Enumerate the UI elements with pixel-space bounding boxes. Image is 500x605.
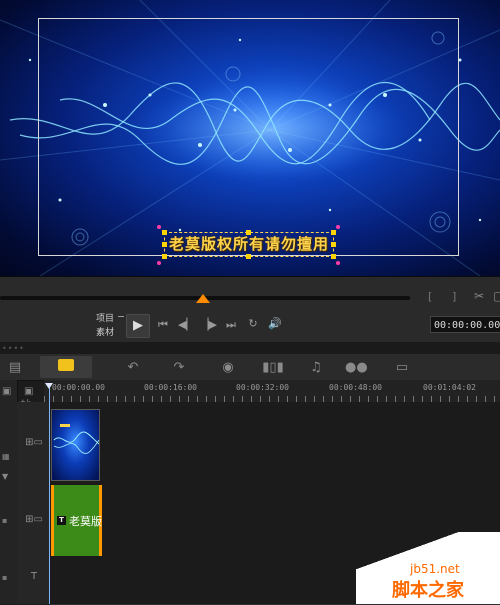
storyboard-icon[interactable]: ▤	[6, 359, 24, 377]
watermark-site: jb51.net	[410, 562, 460, 576]
repeat-icon[interactable]: ↻	[246, 317, 260, 330]
volume-icon[interactable]: 🔊	[268, 317, 282, 330]
rotate-handle[interactable]	[336, 261, 340, 265]
resize-handle[interactable]	[246, 230, 251, 235]
ruler-label: 00:01:04:02	[423, 383, 476, 392]
track-manager-column	[0, 380, 18, 604]
video-clip[interactable]	[51, 409, 100, 481]
mark-in-icon[interactable]: [	[428, 290, 432, 303]
chevron-down-icon[interactable]: ▼	[2, 472, 8, 481]
resize-handle[interactable]	[331, 242, 336, 247]
next-frame-icon[interactable]: ▕▶	[200, 318, 217, 331]
clip-mode-label[interactable]: 素材	[96, 325, 114, 338]
title-track-icon[interactable]: T	[22, 571, 46, 582]
copy-icon[interactable]: ▢	[493, 289, 500, 303]
redo-icon[interactable]: ↷	[170, 359, 188, 377]
mark-out-icon[interactable]: ]	[452, 290, 456, 303]
ruler-label: 00:00:32:00	[236, 383, 289, 392]
scrub-thumb[interactable]	[196, 294, 210, 303]
playhead[interactable]	[49, 388, 50, 604]
rotate-handle[interactable]	[157, 261, 161, 265]
rotate-handle[interactable]	[336, 225, 340, 229]
preview-window[interactable]: 老莫版权所有请勿擅用	[0, 0, 500, 276]
track-manager-icon[interactable]: ▣	[2, 386, 11, 397]
resize-handle[interactable]	[331, 230, 336, 235]
auto-music-icon[interactable]: ♫	[306, 359, 326, 377]
sound-mixer-icon[interactable]: ▮▯▮	[262, 359, 284, 377]
video-clip-thumbnail	[53, 424, 99, 454]
timecode-display[interactable]: 00:00:00.00	[430, 316, 500, 333]
mode-indicator	[118, 316, 124, 317]
panel-divider[interactable]: ••••	[0, 342, 500, 354]
grip-icon: ••••	[2, 344, 25, 353]
video-track-icon[interactable]: ⊞▭	[22, 437, 46, 448]
motion-track-icon[interactable]: ●●	[345, 359, 368, 377]
timeline-view-button[interactable]	[40, 356, 92, 378]
resize-handle[interactable]	[246, 254, 251, 259]
video-track[interactable]	[50, 402, 500, 483]
project-mode-label[interactable]: 项目	[96, 311, 114, 324]
ruler-label: 00:00:00.00	[52, 383, 105, 392]
playhead-marker[interactable]	[45, 383, 53, 389]
resize-handle[interactable]	[331, 254, 336, 259]
overlay-track-icon[interactable]: ⊞▭	[22, 514, 46, 525]
undo-icon[interactable]: ↶	[124, 359, 142, 377]
ruler-label: 00:00:16:00	[144, 383, 197, 392]
resize-handle[interactable]	[162, 254, 167, 259]
timeline-icon	[58, 359, 74, 371]
title-clip-label: 老莫版	[69, 515, 102, 528]
play-button[interactable]: ▶	[126, 314, 150, 338]
home-icon[interactable]: ⏮	[156, 318, 170, 332]
title-clip-badge: T	[57, 516, 66, 525]
resize-handle[interactable]	[162, 230, 167, 235]
record-capture-icon[interactable]: ◉	[218, 359, 238, 377]
cut-icon[interactable]: ✂	[474, 289, 484, 303]
watermark-text: 脚本之家	[392, 580, 464, 601]
prev-frame-icon[interactable]: ◀▏	[178, 318, 195, 331]
chapter-point-icon[interactable]: ▣	[24, 386, 33, 397]
subtitle-icon[interactable]: ▭	[392, 359, 412, 377]
resize-handle[interactable]	[162, 242, 167, 247]
title-safe-area	[38, 18, 459, 256]
ruler-label: 00:00:48:00	[329, 383, 382, 392]
rotate-handle[interactable]	[157, 225, 161, 229]
player-panel	[0, 276, 500, 343]
track-lock-icon[interactable]: ▪	[2, 573, 7, 582]
track-lock-icon[interactable]: ▪	[2, 516, 7, 525]
end-icon[interactable]: ⏭	[224, 318, 238, 332]
track-toggle-icon[interactable]: ▦	[2, 452, 10, 461]
